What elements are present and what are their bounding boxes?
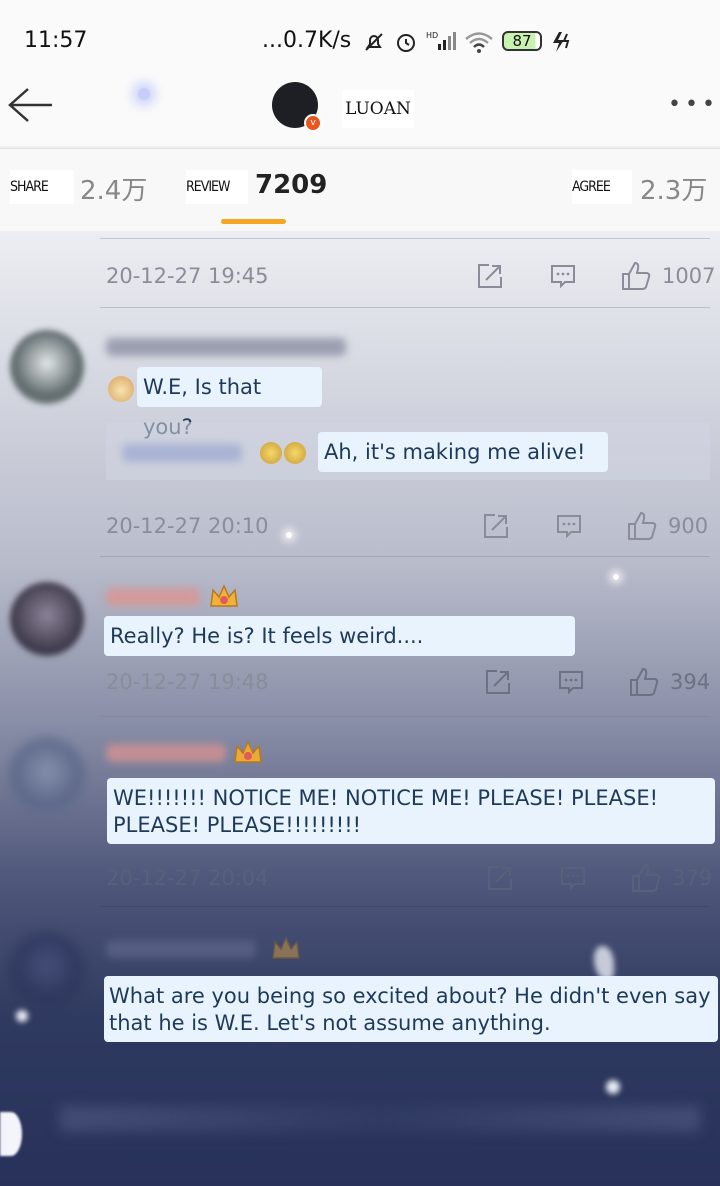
reply-text: Ah, it's making me alive! (318, 432, 608, 472)
comment-icon[interactable] (559, 864, 587, 892)
comment-icon[interactable] (555, 512, 583, 540)
comment-text: Really? He is? It feels weird.... (104, 616, 575, 656)
svg-text:HD: HD (426, 31, 438, 40)
sparkle-decoration (613, 574, 619, 580)
comment-icon[interactable] (549, 262, 577, 290)
active-tab-indicator (221, 219, 286, 224)
blurred-reply-username[interactable] (122, 444, 242, 462)
crown-badge-icon (234, 740, 262, 763)
share-icon[interactable] (476, 262, 504, 290)
divider (100, 716, 710, 717)
sparkle-decoration (138, 88, 150, 100)
wifi-icon (465, 32, 493, 53)
sparkle-decoration (594, 946, 614, 980)
comment-date: 20-12-27 20:10 (106, 514, 269, 538)
battery-icon: 87 (502, 31, 542, 51)
avatar[interactable] (10, 932, 84, 1006)
like-count: 1007 (662, 264, 716, 288)
share-count[interactable]: 2.4万 (80, 170, 147, 207)
divider (100, 238, 710, 239)
comment-icon[interactable] (557, 668, 585, 696)
blurred-username[interactable] (106, 744, 226, 762)
like-count: 394 (670, 670, 711, 694)
tab-share[interactable]: SHARE (10, 170, 74, 204)
sparkle-decoration (606, 1080, 620, 1094)
like-icon[interactable] (626, 510, 658, 542)
avatar[interactable] (10, 330, 84, 404)
crown-badge-icon (210, 584, 238, 607)
share-icon[interactable] (486, 864, 514, 892)
divider (100, 556, 710, 557)
agree-count[interactable]: 2.3万 (640, 170, 707, 207)
mute-bell-icon (365, 33, 383, 51)
avatar[interactable] (10, 738, 84, 812)
like-icon[interactable] (630, 862, 662, 894)
comment-text: What are you being so excited about? He … (104, 976, 718, 1042)
tab-review[interactable]: REVIEW (186, 170, 248, 204)
charging-icon (553, 32, 570, 52)
crying-emoji-icon (260, 442, 282, 464)
review-count[interactable]: 7209 (255, 170, 327, 200)
comment-date: 20-12-27 20:04 (106, 866, 269, 890)
doge-emoji-icon (108, 376, 134, 402)
blurred-username[interactable] (106, 940, 256, 958)
avatar[interactable] (10, 582, 84, 656)
sparkle-decoration (16, 1010, 28, 1022)
like-icon[interactable] (628, 666, 660, 698)
more-dots-icon[interactable]: ••• (668, 92, 719, 117)
blurred-username[interactable] (106, 338, 346, 356)
comment-date: 20-12-27 19:48 (106, 670, 269, 694)
sparkle-decoration (286, 532, 292, 538)
like-icon[interactable] (620, 260, 652, 292)
share-icon[interactable] (482, 512, 510, 540)
divider (100, 307, 710, 308)
verified-badge-icon: v (304, 114, 322, 132)
tab-agree[interactable]: AGREE (572, 170, 632, 204)
comment-text: WE!!!!!!! NOTICE ME! NOTICE ME! PLEASE! … (107, 778, 715, 844)
blurred-username[interactable] (106, 588, 200, 606)
like-count: 900 (668, 514, 709, 538)
alarm-icon (397, 34, 415, 52)
comment-date: 20-12-27 19:45 (106, 264, 269, 288)
sparkle-decoration (0, 1112, 22, 1156)
hd-signal-icon: HD (426, 31, 456, 50)
network-speed: ...0.7K/s (262, 28, 352, 53)
crying-emoji-icon (284, 442, 306, 464)
divider (100, 906, 710, 907)
like-count: 379 (672, 866, 713, 890)
blurred-action-row (60, 1106, 700, 1132)
comment-text: W.E, Is that you? (137, 367, 322, 439)
arrow-left-icon[interactable] (6, 86, 54, 124)
status-time: 11:57 (24, 28, 88, 53)
share-icon[interactable] (484, 668, 512, 696)
crown-badge-icon (272, 936, 300, 959)
username[interactable]: LUOAN (342, 90, 414, 128)
